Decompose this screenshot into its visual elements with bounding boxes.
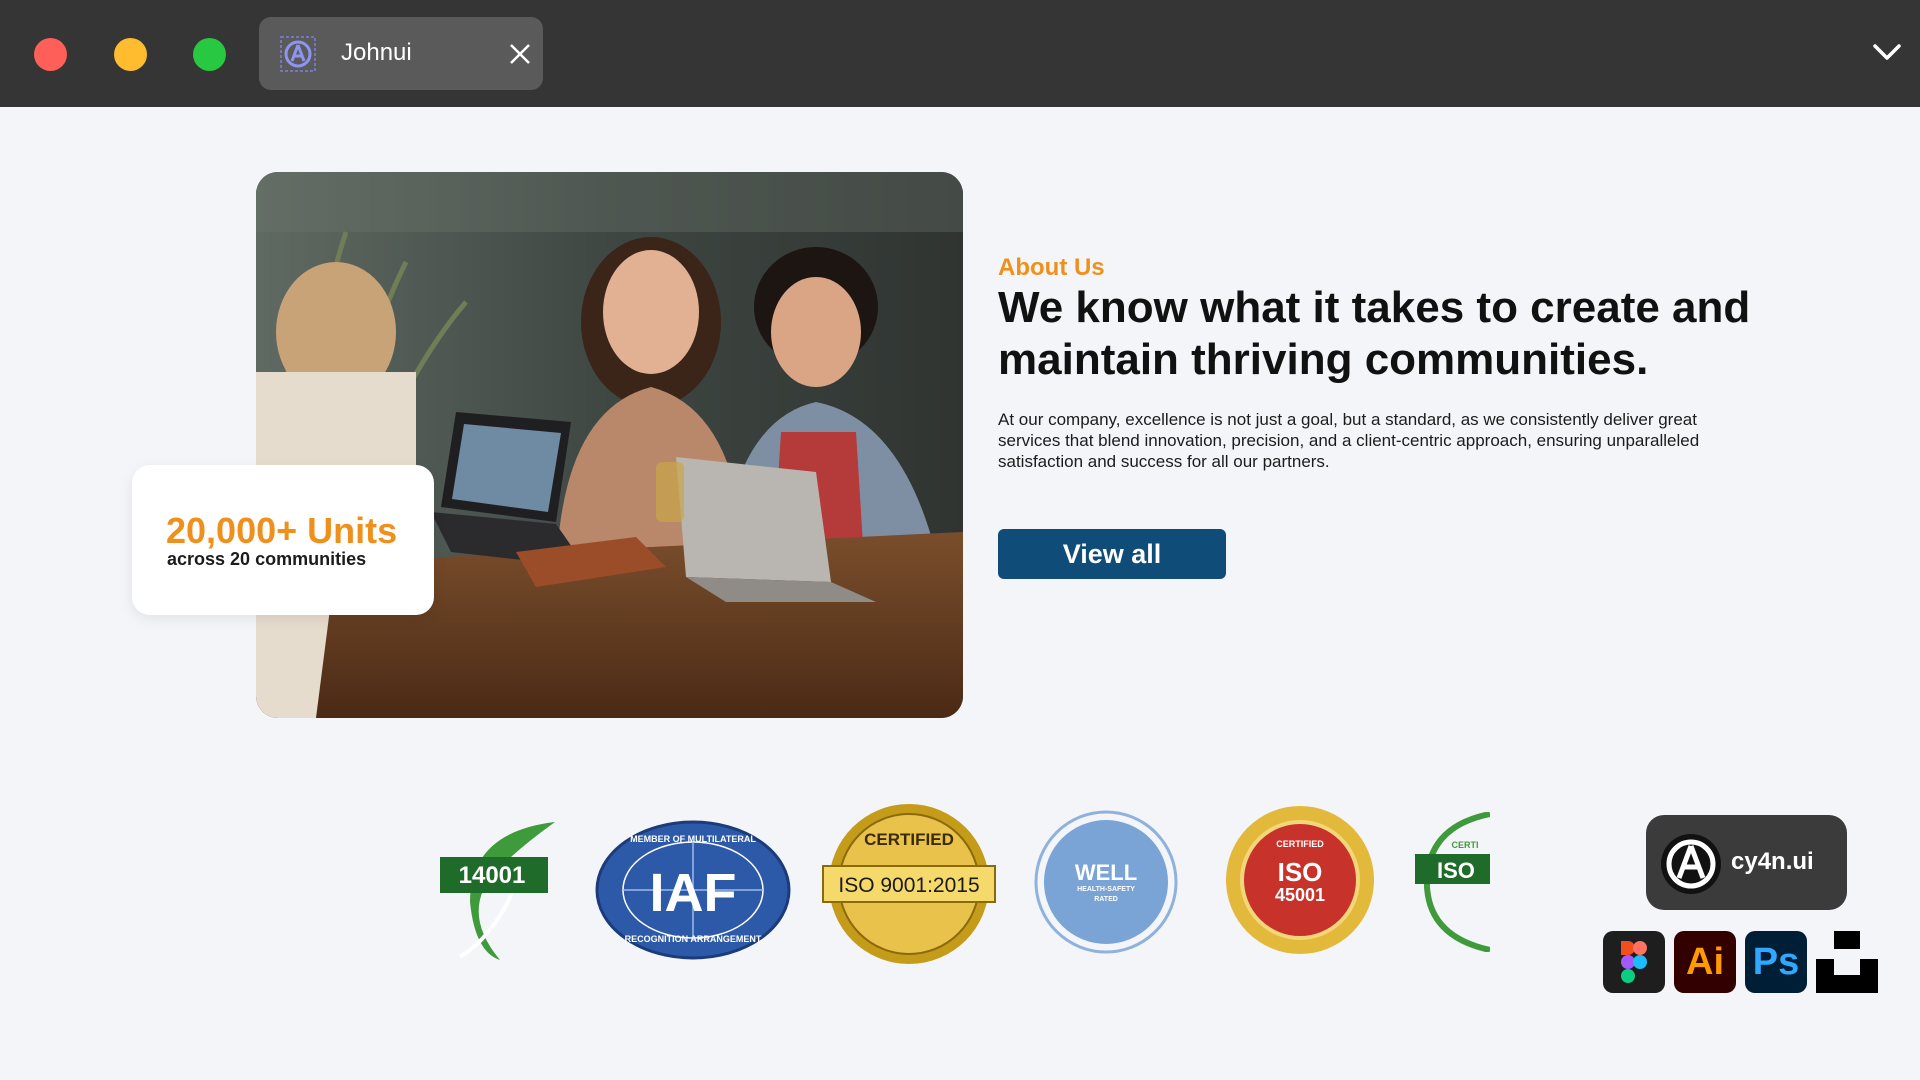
tab-title: Johnui [341,39,412,66]
unsplash-icon [1816,931,1878,993]
stat-value: 20,000+ Units [166,510,398,551]
iaf-badge: IAF MEMBER OF MULTILATERAL RECOGNITION A… [595,820,791,960]
iso-45001-line2: 45001 [1274,885,1326,905]
chevron-down-icon[interactable] [1872,40,1902,64]
certification-badges: 14001 IAF MEMBER OF MULTILATERAL RECOGNI… [440,800,1490,970]
iso-partial-badge: CERTI ISO [1415,812,1490,952]
iso-9001-text: ISO 9001:2015 [838,874,980,897]
iso-45001-badge: CERTIFIED ISO 45001 [1225,805,1375,955]
browser-tab[interactable]: Johnui [259,17,543,90]
iso-14001-text: 14001 [458,862,526,889]
iaf-top-text: MEMBER OF MULTILATERAL [630,834,756,844]
maximize-window-button[interactable] [193,38,226,71]
close-window-button[interactable] [34,38,67,71]
iso-partial-text: ISO [1437,858,1475,883]
well-sub-text: HEALTH-SAFETY [1077,886,1135,893]
iso-14001-badge: 14001 [440,812,560,962]
stat-label: across 20 communities [167,549,367,569]
app-logo-icon [280,36,316,72]
browser-titlebar: Johnui [0,0,1920,107]
iso-45001-certified-text: CERTIFIED [1276,839,1324,849]
view-all-button[interactable]: View all [998,529,1226,579]
stat-card: 20,000+ Units across 20 communities [132,465,434,615]
illustrator-icon: Ai [1674,931,1736,993]
iaf-text: IAF [649,863,737,923]
minimize-window-button[interactable] [114,38,147,71]
page-headline: We know what it takes to create and main… [998,283,1751,384]
well-badge: WELL HEALTH-SAFETY RATED [1034,810,1178,954]
close-icon[interactable] [507,41,533,67]
iso-partial-cert-text: CERTI [1451,840,1479,850]
iso-9001-badge: ISO 9001:2015 CERTIFIED [822,802,996,966]
figma-icon [1603,931,1665,993]
brand-card[interactable]: cy4n.ui [1646,815,1847,910]
photoshop-label: Ps [1752,941,1800,983]
well-rated-text: RATED [1094,896,1118,903]
brand-name: cy4n.ui [1731,848,1814,875]
section-eyebrow: About Us [998,254,1105,281]
illustrator-label: Ai [1686,941,1724,983]
about-description: At our company, excellence is not just a… [998,410,1700,471]
well-text: WELL [1074,860,1138,885]
cy4n-logo-icon [1661,834,1721,894]
iso-9001-certified-text: CERTIFIED [864,830,954,849]
iso-45001-line1: ISO [1277,857,1323,887]
iaf-bottom-text: RECOGNITION ARRANGEMENT [624,934,762,944]
photoshop-icon: Ps [1745,931,1807,993]
team-photo [256,172,963,718]
